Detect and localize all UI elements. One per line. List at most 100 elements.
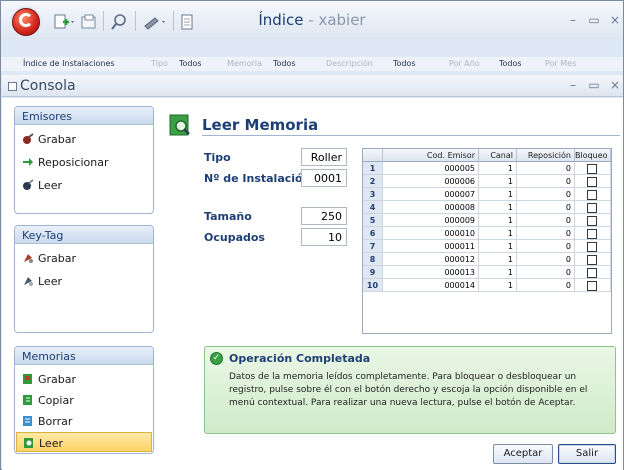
- cell-canal[interactable]: 1: [479, 175, 517, 188]
- table-row[interactable]: 1 000005 1 0: [363, 162, 611, 175]
- tipo-field[interactable]: Roller: [301, 148, 347, 166]
- cell-reposicion[interactable]: 0: [517, 279, 575, 292]
- table-row[interactable]: 5 000009 1 0: [363, 214, 611, 227]
- cell-bloqueo: [575, 253, 611, 266]
- cell-reposicion[interactable]: 0: [517, 227, 575, 240]
- ocupados-field[interactable]: 10: [301, 228, 347, 246]
- bloqueo-checkbox[interactable]: [587, 177, 597, 187]
- ribbon-item[interactable]: Todos: [179, 59, 202, 68]
- tamano-field[interactable]: 250: [301, 207, 347, 225]
- cell-canal[interactable]: 1: [479, 240, 517, 253]
- sidebar-item-memorias-grabar[interactable]: Grabar: [16, 369, 152, 389]
- sidebar-item-label: Grabar: [38, 373, 77, 386]
- panel-keytag: Key-Tag Grabar Leer: [14, 225, 154, 333]
- bloqueo-checkbox[interactable]: [587, 281, 597, 291]
- bloqueo-checkbox[interactable]: [587, 255, 597, 265]
- bloqueo-checkbox[interactable]: [587, 242, 597, 252]
- cell-cod-emisor[interactable]: 000008: [383, 201, 479, 214]
- keytag-record-icon: [24, 254, 33, 263]
- maximize-icon[interactable]: ▭: [587, 13, 601, 27]
- cell-canal[interactable]: 1: [479, 201, 517, 214]
- cell-cod-emisor[interactable]: 000013: [383, 266, 479, 279]
- table-row[interactable]: 7 000011 1 0: [363, 240, 611, 253]
- sidebar-item-emisores-leer[interactable]: Leer: [16, 175, 152, 195]
- bloqueo-checkbox[interactable]: [587, 229, 597, 239]
- table-row[interactable]: 9 000013 1 0: [363, 266, 611, 279]
- grid-header-cod[interactable]: Cod. Emisor: [383, 149, 479, 162]
- sidebar-item-emisores-reposicionar[interactable]: Reposicionar: [16, 152, 152, 172]
- memory-grid[interactable]: Cod. Emisor Canal Reposición Bloqueo 1 00…: [362, 148, 612, 334]
- bloqueo-checkbox[interactable]: [587, 268, 597, 278]
- cell-reposicion[interactable]: 0: [517, 253, 575, 266]
- heading-divider: [202, 135, 620, 136]
- instalacion-field[interactable]: 0001: [301, 169, 347, 187]
- window-icon: [8, 82, 17, 91]
- cell-reposicion[interactable]: 0: [517, 188, 575, 201]
- cell-reposicion[interactable]: 0: [517, 214, 575, 227]
- ribbon-filter-bar: Índice de Instalaciones Tipo Todos Memor…: [1, 57, 623, 71]
- cell-canal[interactable]: 1: [479, 253, 517, 266]
- cell-canal[interactable]: 1: [479, 162, 517, 175]
- cell-canal[interactable]: 1: [479, 227, 517, 240]
- cell-cod-emisor[interactable]: 000009: [383, 214, 479, 227]
- cell-bloqueo: [575, 279, 611, 292]
- bloqueo-checkbox[interactable]: [587, 203, 597, 213]
- table-row[interactable]: 2 000006 1 0: [363, 175, 611, 188]
- sidebar-item-keytag-leer[interactable]: Leer: [16, 271, 152, 291]
- table-row[interactable]: 8 000012 1 0: [363, 253, 611, 266]
- bloqueo-checkbox[interactable]: [587, 164, 597, 174]
- cell-reposicion[interactable]: 0: [517, 175, 575, 188]
- cell-canal[interactable]: 1: [479, 266, 517, 279]
- sidebar-item-memorias-copiar[interactable]: Copiar: [16, 390, 152, 410]
- success-check-icon: ✓: [210, 352, 223, 365]
- key-record-icon: [23, 133, 34, 144]
- cell-reposicion[interactable]: 0: [517, 201, 575, 214]
- window-title-text: Índice: [258, 11, 304, 29]
- cell-cod-emisor[interactable]: 000012: [383, 253, 479, 266]
- cell-cod-emisor[interactable]: 000014: [383, 279, 479, 292]
- memory-record-icon: [23, 374, 32, 384]
- cell-cod-emisor[interactable]: 000006: [383, 175, 479, 188]
- sidebar-item-keytag-grabar[interactable]: Grabar: [16, 248, 152, 268]
- cell-canal[interactable]: 1: [479, 188, 517, 201]
- sidebar-item-memorias-leer[interactable]: Leer: [16, 432, 152, 452]
- cell-canal[interactable]: 1: [479, 214, 517, 227]
- ribbon-item[interactable]: Todos: [499, 59, 522, 68]
- minimize-icon[interactable]: –: [566, 13, 580, 27]
- cell-reposicion[interactable]: 0: [517, 240, 575, 253]
- sidebar-item-memorias-borrar[interactable]: Borrar: [16, 411, 152, 431]
- maximize-icon[interactable]: ▭: [587, 78, 601, 92]
- ribbon-item[interactable]: Todos: [393, 59, 416, 68]
- ribbon-item[interactable]: Tipo: [151, 59, 168, 68]
- grid-header-canal[interactable]: Canal: [479, 149, 517, 162]
- ribbon-item[interactable]: Por Año: [449, 59, 480, 68]
- grid-header-bloqueo[interactable]: Bloqueo: [575, 149, 611, 162]
- cell-cod-emisor[interactable]: 000005: [383, 162, 479, 175]
- ribbon-item[interactable]: Descripción: [326, 59, 373, 68]
- cell-cod-emisor[interactable]: 000011: [383, 240, 479, 253]
- grid-header-reposicion[interactable]: Reposición: [517, 149, 575, 162]
- close-icon[interactable]: ×: [608, 78, 622, 92]
- bloqueo-checkbox[interactable]: [587, 216, 597, 226]
- table-row[interactable]: 3 000007 1 0: [363, 188, 611, 201]
- bloqueo-checkbox[interactable]: [587, 190, 597, 200]
- close-icon[interactable]: ×: [608, 13, 622, 27]
- ribbon-item[interactable]: Por Mes: [545, 59, 576, 68]
- minimize-icon[interactable]: –: [566, 78, 580, 92]
- cell-bloqueo: [575, 162, 611, 175]
- cell-reposicion[interactable]: 0: [517, 162, 575, 175]
- accept-button[interactable]: Aceptar: [493, 444, 553, 464]
- cell-canal[interactable]: 1: [479, 279, 517, 292]
- sidebar-item-label: Reposicionar: [38, 156, 109, 169]
- exit-button[interactable]: Salir: [558, 444, 616, 464]
- sidebar-item-emisores-grabar[interactable]: Grabar: [16, 129, 152, 149]
- table-row[interactable]: 4 000008 1 0: [363, 201, 611, 214]
- table-row[interactable]: 6 000010 1 0: [363, 227, 611, 240]
- table-row[interactable]: 10 000014 1 0: [363, 279, 611, 292]
- ribbon-item[interactable]: Memoria: [227, 59, 262, 68]
- cell-reposicion[interactable]: 0: [517, 266, 575, 279]
- ribbon-item[interactable]: Índice de Instalaciones: [23, 59, 115, 68]
- cell-cod-emisor[interactable]: 000007: [383, 188, 479, 201]
- ribbon-item[interactable]: Todos: [273, 59, 296, 68]
- cell-cod-emisor[interactable]: 000010: [383, 227, 479, 240]
